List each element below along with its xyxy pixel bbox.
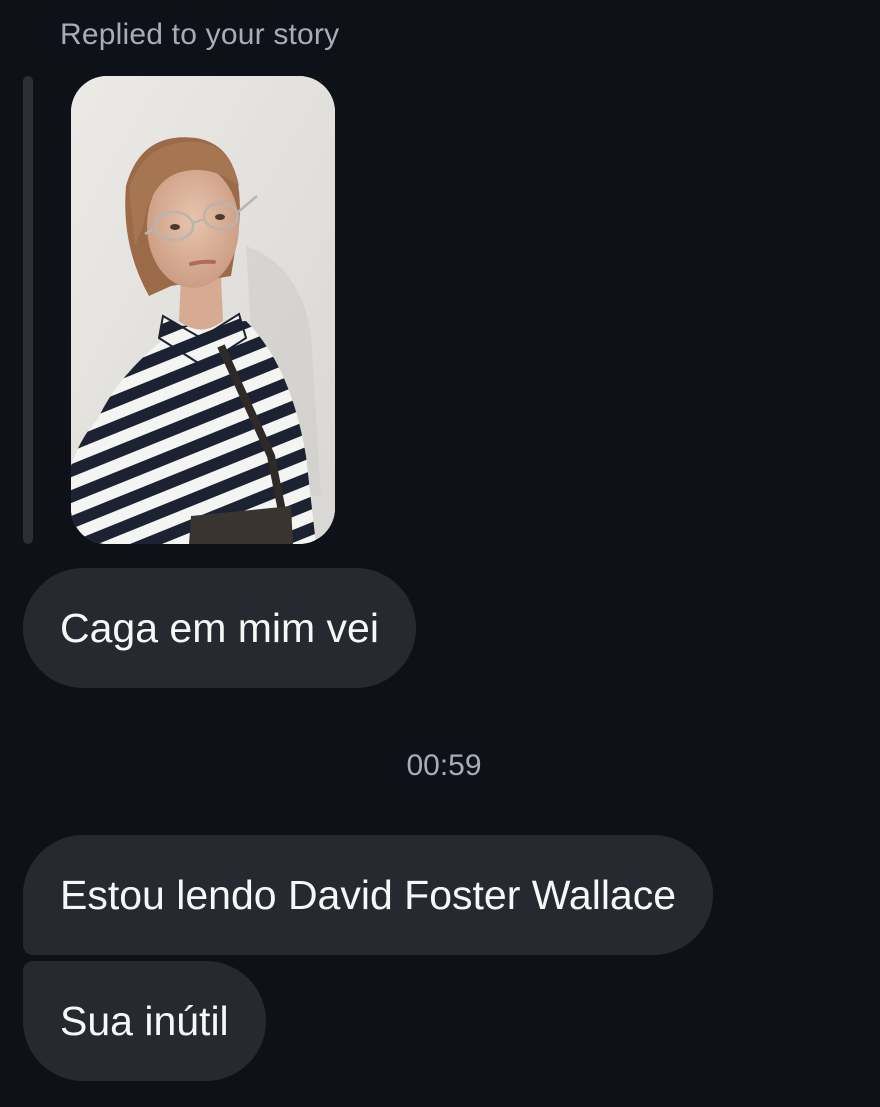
message-text: Caga em mim vei — [60, 604, 379, 651]
story-thumbnail[interactable] — [71, 76, 335, 544]
message-text: Sua inútil — [60, 997, 229, 1044]
message-bubble[interactable]: Caga em mim vei — [23, 568, 416, 688]
reply-quote-bar — [23, 76, 33, 544]
message-timestamp: 00:59 — [406, 749, 482, 782]
message-bubble[interactable]: Estou lendo David Foster Wallace — [23, 835, 714, 955]
message-bubble[interactable]: Sua inútil — [23, 961, 266, 1081]
story-photo — [71, 76, 335, 544]
replied-to-story-label: Replied to your story — [60, 18, 340, 51]
message-text: Estou lendo David Foster Wallace — [60, 871, 677, 918]
